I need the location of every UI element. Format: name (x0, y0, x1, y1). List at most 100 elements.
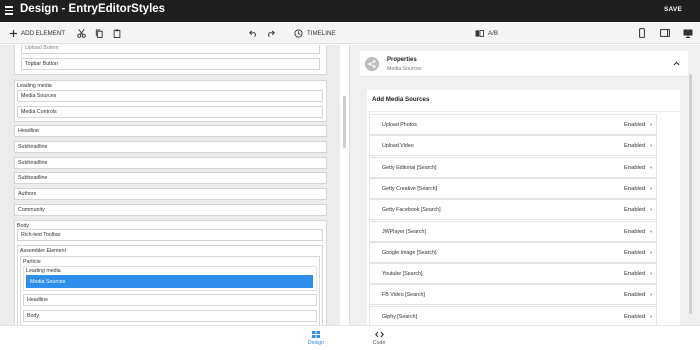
media-source-status-select[interactable]: Enabled (624, 314, 645, 320)
media-source-name: Upload Photos (382, 122, 417, 128)
media-source-name: Getty Creative [Search] (382, 185, 438, 192)
media-source-name: Youtube [Search] (382, 271, 423, 278)
history-icon (294, 28, 303, 38)
plus-icon (10, 29, 17, 37)
media-source-name: FB Video [Search] (382, 292, 425, 299)
toolbar: ADD ELEMENT TIMELINE A/B (0, 22, 700, 44)
media-source-row: JWPlayer [Search] Enabled ▾ (369, 220, 657, 242)
mobile-view-button[interactable] (639, 22, 645, 44)
tablet-view-button[interactable] (660, 22, 670, 44)
menu-icon[interactable] (5, 6, 13, 15)
dropdown-arrow-icon[interactable]: ▾ (650, 229, 652, 235)
copy-icon (95, 28, 103, 38)
tree-node-headline[interactable]: Headline (23, 294, 317, 306)
media-source-status-select[interactable]: Enabled (624, 271, 645, 277)
tree-node-label: Leading media (26, 268, 61, 274)
media-source-status-select[interactable]: Enabled (624, 165, 645, 171)
share-icon (365, 57, 379, 71)
design-tab-label: Design (307, 340, 325, 346)
media-source-name: Getty Facebook [Search] (382, 207, 441, 214)
dropdown-arrow-icon[interactable]: ▾ (650, 314, 652, 320)
media-source-status-select[interactable]: Enabled (624, 229, 645, 235)
dropdown-arrow-icon[interactable]: ▾ (650, 143, 652, 149)
tree-node-authors[interactable]: Authors (14, 188, 327, 200)
ab-label: A/B (488, 29, 498, 37)
media-source-row: Upload Photos Enabled ▾ (369, 114, 657, 135)
app-title: Design - EntryEditorStyles (20, 3, 166, 15)
redo-icon (268, 30, 275, 37)
tree-node-label: Leading media (17, 83, 52, 89)
add-media-sources-card: Add Media Sources Upload Photos Enabled ▾ U… (367, 90, 680, 325)
properties-header[interactable]: Properties Media Sources (360, 51, 688, 77)
timeline-button[interactable]: TIMELINE (294, 22, 336, 44)
properties-subtitle: Media Sources (387, 66, 422, 72)
dropdown-arrow-icon[interactable]: ▾ (650, 271, 652, 277)
media-source-name: Google Image [Search] (382, 249, 437, 256)
media-source-status-select[interactable]: Enabled (624, 186, 645, 192)
dropdown-arrow-icon[interactable]: ▾ (650, 165, 652, 171)
undo-button[interactable] (249, 22, 258, 44)
media-source-status-select[interactable]: Enabled (624, 122, 645, 128)
tree-node-label: Assembler Element (20, 248, 66, 254)
tablet-icon (660, 29, 670, 37)
dropdown-arrow-icon[interactable]: ▾ (650, 292, 652, 298)
tree-node-headline[interactable]: Headline (14, 125, 327, 137)
media-source-status-select[interactable]: Enabled (624, 207, 645, 213)
media-source-row: Google Image [Search] Enabled ▾ (369, 241, 657, 263)
paste-button[interactable] (113, 22, 121, 44)
chevron-up-icon[interactable] (673, 61, 680, 66)
tree-scrollbar[interactable] (343, 96, 346, 148)
save-button[interactable]: SAVE (664, 6, 682, 13)
properties-title: Properties (387, 57, 417, 63)
add-media-sources-heading: Add Media Sources (367, 90, 680, 112)
code-tab[interactable]: Code (364, 331, 394, 346)
code-tab-label: Code (372, 340, 386, 346)
app-bar: Design - EntryEditorStyles SAVE (0, 0, 700, 22)
code-icon (374, 331, 384, 338)
properties-scrollbar[interactable] (689, 74, 692, 314)
design-tab[interactable]: Design (301, 331, 331, 346)
tree-node-body[interactable]: Body (23, 310, 317, 322)
media-source-row: Upload Video Enabled ▾ (369, 135, 657, 157)
cut-button[interactable] (77, 22, 86, 44)
tree-node-subheadline[interactable]: Subheadline (14, 172, 327, 184)
tree-node-media-sources[interactable]: Media Sources (17, 90, 323, 102)
media-source-name: JWPlayer [Search] (382, 228, 426, 235)
clipboard-icon (113, 28, 121, 38)
properties-panel: Properties Media Sources Add Media Sourc… (350, 45, 700, 325)
tree-node-richtext-toolbar[interactable]: Rich-text Toolbar (17, 229, 323, 241)
tree-node-topbar-button[interactable]: Topbar Button (21, 58, 320, 70)
media-source-status-select[interactable]: Enabled (624, 292, 645, 298)
desktop-view-button[interactable] (683, 22, 693, 44)
media-source-row: Giphy [Search] Enabled ▾ (369, 305, 657, 325)
dropdown-arrow-icon[interactable]: ▾ (650, 250, 652, 256)
dropdown-arrow-icon[interactable]: ▾ (650, 186, 652, 192)
tree-node-media-sources-selected[interactable]: Media Sources (26, 275, 313, 288)
element-tree-panel: Upload Button Topbar Button Leading medi… (0, 45, 340, 325)
media-source-row: Getty Creative [Search] Enabled ▾ (369, 177, 657, 199)
dropdown-arrow-icon[interactable]: ▾ (650, 207, 652, 213)
tree-node-label: Particle (23, 259, 41, 265)
copy-button[interactable] (95, 22, 103, 44)
tree-node-upload-button[interactable]: Upload Button (21, 45, 320, 54)
redo-button[interactable] (266, 22, 275, 44)
add-element-label: ADD ELEMENT (21, 29, 66, 37)
media-source-status-select[interactable]: Enabled (624, 250, 645, 256)
bottom-nav: Design Code (0, 325, 700, 350)
tree-node-community[interactable]: Community (14, 204, 327, 216)
media-source-row: Getty Editorial [Search] Enabled ▾ (369, 156, 657, 178)
tree-node-subheadline[interactable]: Subheadline (14, 141, 327, 153)
media-source-row: Getty Facebook [Search] Enabled ▾ (369, 199, 657, 221)
media-source-status-select[interactable]: Enabled (624, 143, 645, 149)
media-source-name: Upload Video (382, 143, 414, 150)
tree-node-media-controls[interactable]: Media Controls (17, 106, 323, 118)
split-view-icon (475, 29, 484, 37)
add-element-button[interactable]: ADD ELEMENT (10, 22, 65, 44)
media-source-name: Getty Editorial [Search] (382, 164, 437, 171)
media-source-row: FB Video [Search] Enabled ▾ (369, 284, 657, 306)
timeline-label: TIMELINE (307, 29, 336, 37)
tree-node-subheadline[interactable]: Subheadline (14, 157, 327, 169)
desktop-icon (683, 29, 693, 38)
dropdown-arrow-icon[interactable]: ▾ (650, 122, 652, 128)
ab-test-button[interactable]: A/B (475, 22, 498, 44)
